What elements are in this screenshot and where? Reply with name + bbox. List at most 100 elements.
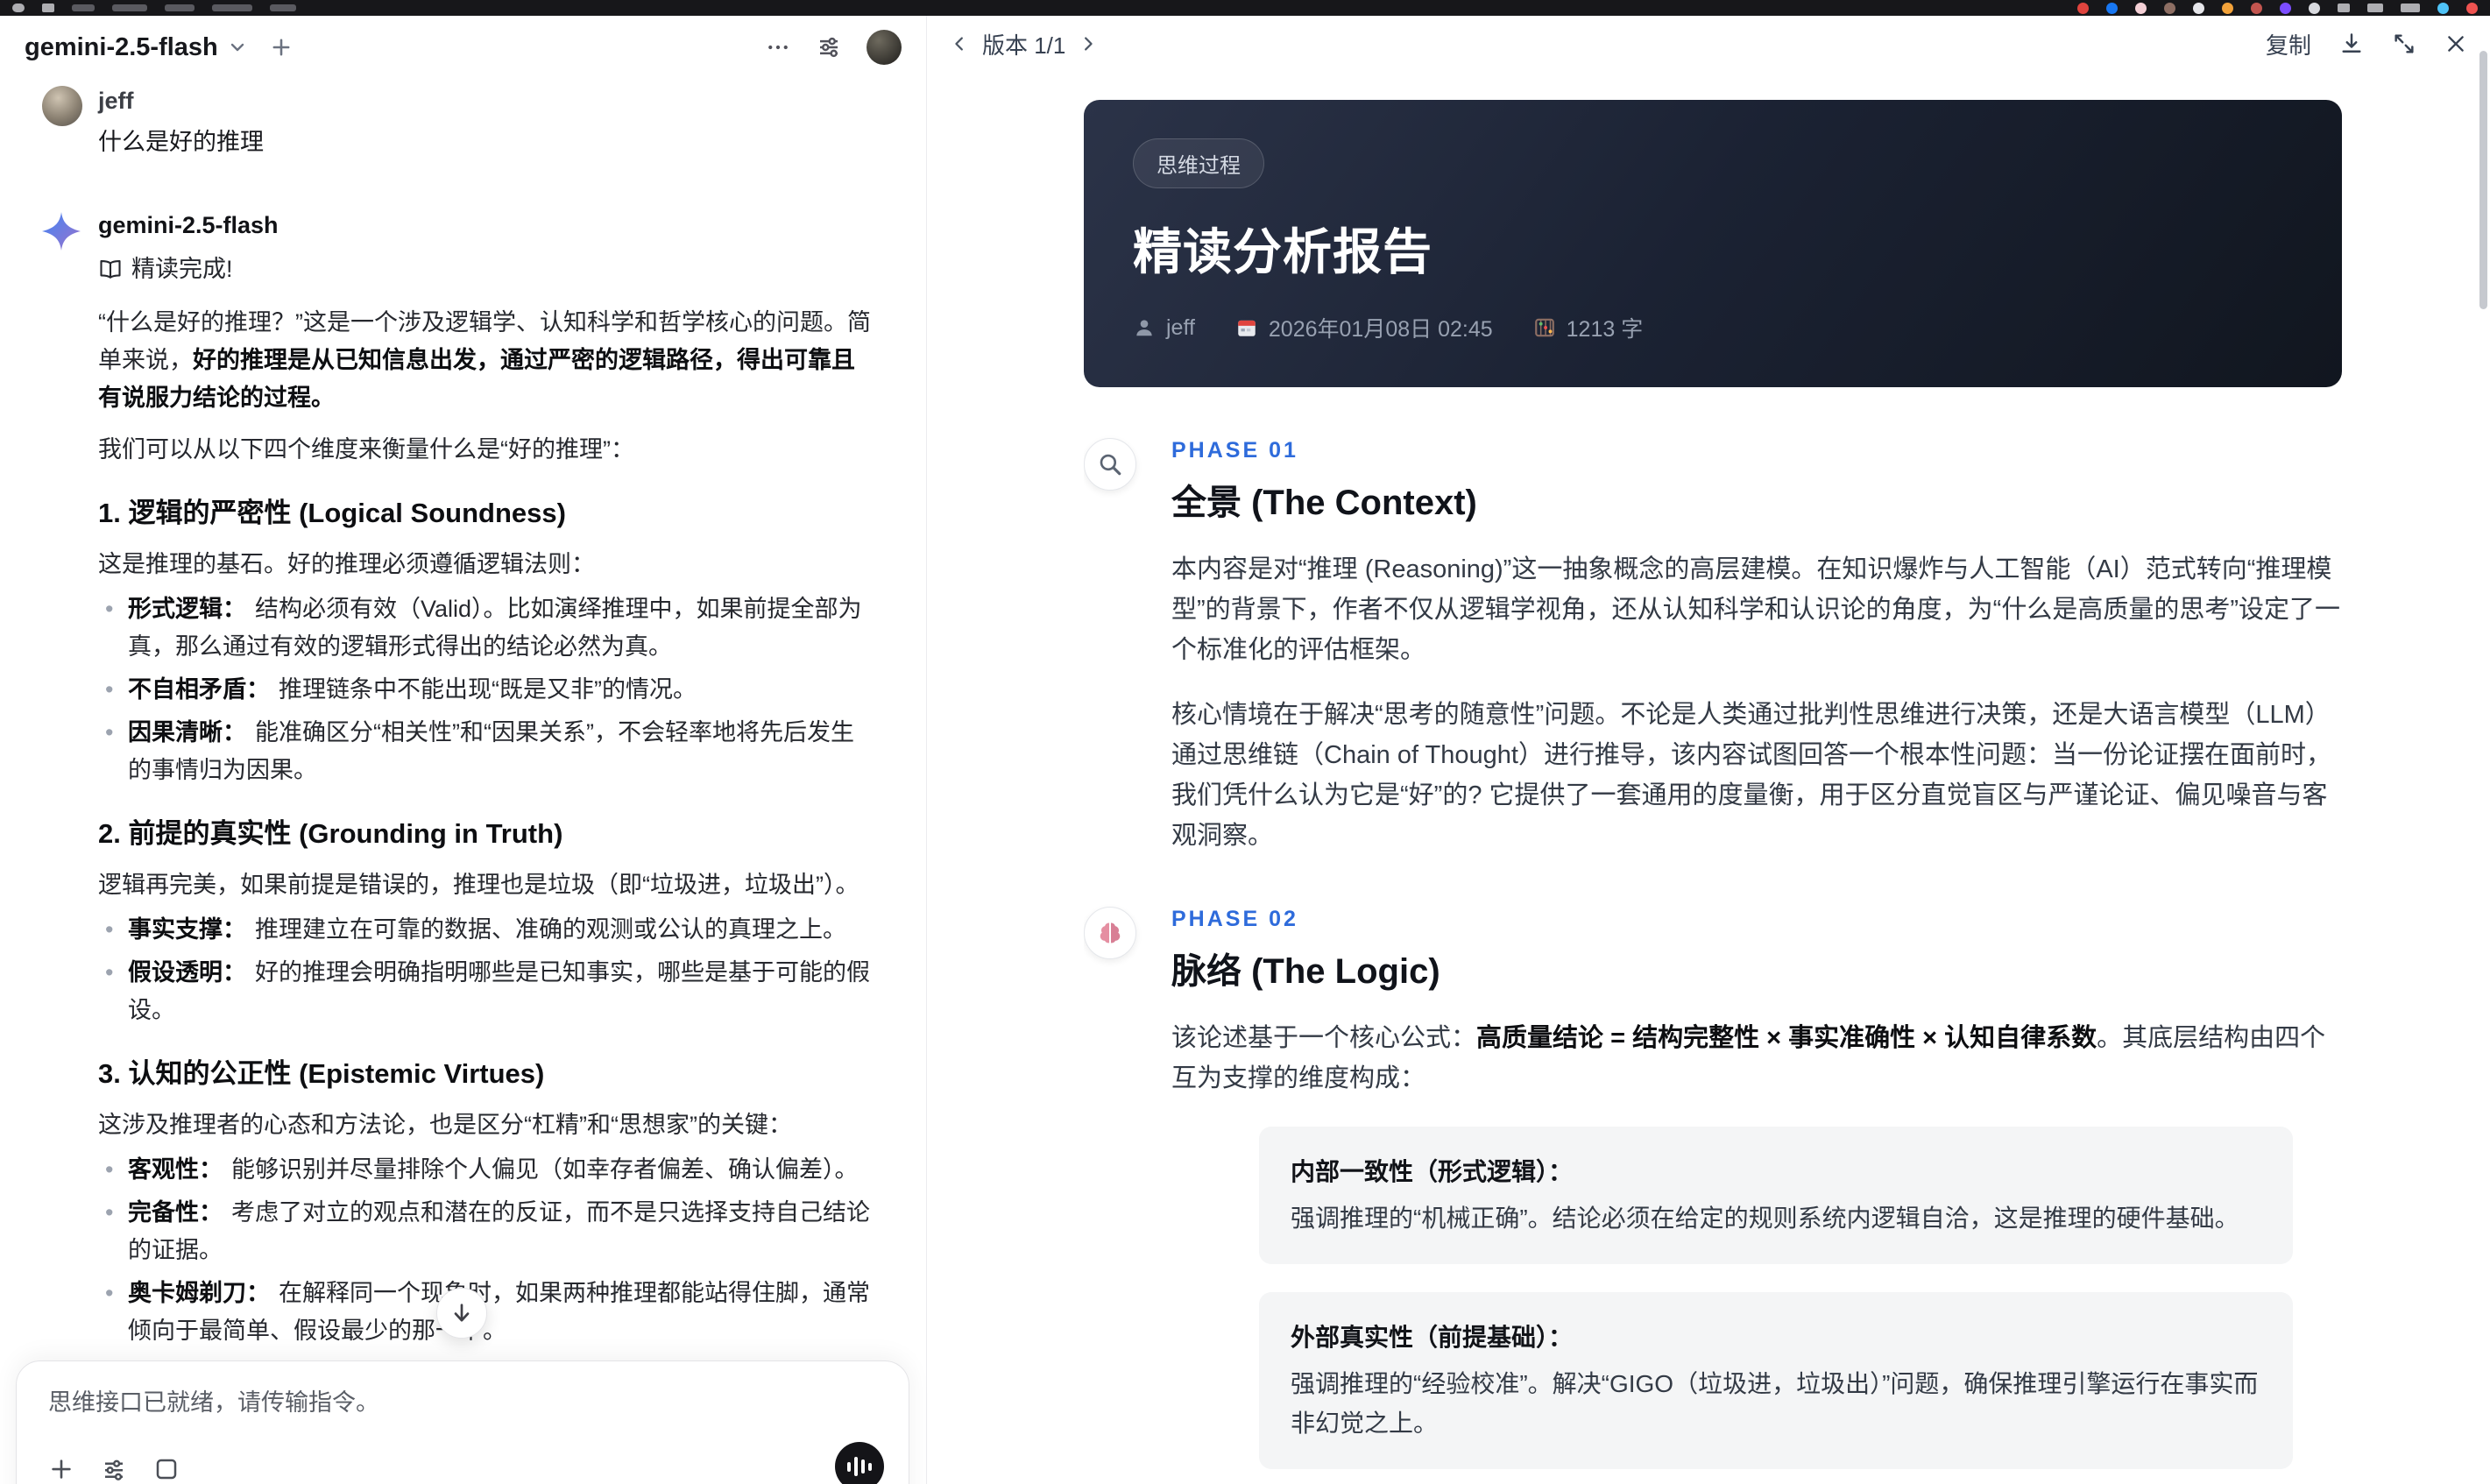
menubar-app-icon[interactable] [2106, 2, 2118, 14]
meta-date: 2026年01月08日 02:45 [1235, 312, 1493, 343]
user-avatar [42, 86, 82, 126]
menubar-app-icon[interactable] [2164, 2, 2175, 14]
bullet-term: 形式逻辑： [128, 596, 246, 622]
menubar-menu-item[interactable] [270, 4, 296, 11]
waveform-icon [854, 1457, 858, 1476]
composer-input[interactable]: 思维接口已就绪，请传输指令。 [48, 1386, 877, 1419]
assistant-paragraph: “什么是好的推理？”这是一个涉及逻辑学、认知科学和哲学核心的问题。简单来说，好的… [98, 304, 873, 417]
frame-icon [156, 1459, 177, 1480]
waveform-icon [861, 1459, 865, 1473]
download-button[interactable] [2339, 32, 2364, 56]
scroll-to-bottom-button[interactable] [436, 1288, 487, 1339]
menubar-system-icon[interactable] [2466, 2, 2478, 14]
assistant-status-text: 精读完成! [131, 256, 233, 282]
report-title: 精读分析报告 [1133, 224, 1432, 279]
chat-message-list[interactable]: jeff 什么是好的推理 gemini-2.5-flash 精读完成! “什么是… [0, 79, 926, 1484]
bullet-text: 推理建立在可靠的数据、准确的观测或公认的真理之上。 [255, 916, 846, 943]
section-heading: 2. 前提的真实性 (Grounding in Truth) [98, 818, 563, 849]
bullet-term: 事实支撑： [128, 916, 246, 943]
list-item: 假设透明：好的推理会明确指明哪些是已知事实，哪些是基于可能的假设。 [98, 954, 873, 1029]
meta-author: jeff [1133, 315, 1195, 341]
chat-more-button[interactable] [765, 34, 791, 60]
wifi-icon[interactable] [2367, 4, 2383, 12]
card-text: 强调推理的“机械正确”。结论必须在给定的规则系统内逻辑自洽，这是推理的硬件基础。 [1291, 1205, 2239, 1232]
composer: 思维接口已就绪，请传输指令。 [16, 1360, 909, 1484]
paragraph-bold-text: 高质量结论 = 结构完整性 × 事实准确性 × 认知自律系数 [1476, 1024, 2097, 1052]
menubar-menu-item[interactable] [165, 4, 195, 11]
chat-header: gemini-2.5-flash [0, 16, 926, 79]
download-icon [2342, 33, 2361, 53]
assistant-status: 精读完成! [98, 251, 873, 288]
expand-button[interactable] [2392, 32, 2416, 56]
plus-icon [272, 39, 290, 56]
bullet-list: 形式逻辑：结构必须有效（Valid）。比如演绎推理中，如果前提全部为真，那么通过… [98, 590, 873, 789]
user-message-text: 什么是好的推理 [98, 129, 264, 155]
phase-title: 全景 (The Context) [1171, 484, 1477, 522]
attach-button[interactable] [48, 1456, 74, 1482]
list-item: 事实支撑： 推理建立在可靠的数据、准确的观测或公认的真理之上。 [98, 911, 873, 949]
apple-menu-icon[interactable] [12, 4, 25, 12]
copy-button[interactable]: 复制 [2266, 28, 2311, 60]
expand-icon [2395, 34, 2414, 53]
tune-icon [105, 1459, 123, 1480]
menubar-app-icon[interactable] [2251, 2, 2262, 14]
paragraph-text: 该论述基于一个核心公式： [1171, 1024, 1477, 1052]
waveform-icon [868, 1462, 872, 1471]
magnifier-icon [1084, 438, 1136, 491]
waveform-icon [847, 1461, 851, 1472]
phase-title: 脉络 (The Logic) [1171, 952, 1440, 991]
section-heading: 3. 认知的公正性 (Epistemic Virtues) [98, 1058, 545, 1089]
menubar-left [12, 4, 296, 12]
chevron-down-icon [230, 43, 244, 52]
bullet-list: 事实支撑： 推理建立在可靠的数据、准确的观测或公认的真理之上。 假设透明：好的推理… [98, 911, 873, 1029]
model-selector[interactable]: gemini-2.5-flash [25, 33, 248, 62]
brain-icon [1084, 907, 1136, 959]
meta-author-text: jeff [1166, 314, 1195, 340]
menubar-app-icon[interactable] [2077, 2, 2089, 14]
list-item: 因果清晰：能准确区分“相关性”和“因果关系”，不会轻率地将先后发生的事情归为因果… [98, 714, 873, 789]
book-icon [100, 259, 121, 279]
version-next-button[interactable] [1078, 34, 1097, 53]
bullet-term: 不自相矛盾： [128, 676, 270, 703]
close-button[interactable] [2444, 32, 2467, 55]
phase-section-1: PHASE 01 全景 (The Context) 本内容是对“推理 (Reas… [1084, 438, 2342, 856]
bullet-term: 完备性： [128, 1199, 223, 1226]
menubar-app-icon[interactable] [2193, 2, 2204, 14]
battery-icon[interactable] [2401, 4, 2420, 12]
menubar-system-icon[interactable] [2338, 4, 2350, 12]
phase-paragraph: 本内容是对“推理 (Reasoning)”这一抽象概念的高层建模。在知识爆炸与人… [1171, 555, 2340, 664]
version-prev-button[interactable] [951, 34, 970, 53]
chat-settings-button[interactable] [816, 34, 842, 60]
menubar-menu-item[interactable] [112, 4, 147, 11]
chat-panel: gemini-2.5-flash jeff 什么是好的推理 gemini-2.5… [0, 16, 927, 1484]
logic-card: 内部一致性（形式逻辑）： 强调推理的“机械正确”。结论必须在给定的规则系统内逻辑… [1259, 1127, 2293, 1264]
window-scrollbar[interactable] [2479, 51, 2487, 309]
artifact-document[interactable]: 思维过程 精读分析报告 jeff 2026年01月08日 02:45 1213 … [1084, 72, 2342, 1484]
artifact-panel: 版本 1/1 复制 思维过程 精读分析报告 jeff 2026年01月08日 0… [928, 16, 2490, 1484]
user-message: jeff 什么是好的推理 [42, 86, 884, 159]
account-avatar[interactable] [867, 30, 902, 65]
ellipsis-icon [768, 45, 788, 50]
new-chat-button[interactable] [269, 35, 294, 60]
menubar-app-icon[interactable] [2309, 2, 2320, 14]
menubar-menu-item[interactable] [212, 4, 252, 11]
composer-settings-button[interactable] [101, 1456, 127, 1482]
meta-date-text: 2026年01月08日 02:45 [1268, 317, 1493, 342]
calendar-icon [1238, 320, 1256, 336]
bullet-term: 客观性： [128, 1156, 223, 1183]
canvas-button[interactable] [153, 1456, 180, 1482]
menubar-app-icon[interactable] [2280, 2, 2291, 14]
voice-input-button[interactable] [835, 1442, 884, 1484]
card-text: 强调推理的“经验校准”。解决“GIGO（垃圾进，垃圾出）”问题，确保推理引擎运行… [1291, 1370, 2259, 1437]
plus-icon [52, 1459, 71, 1479]
menubar-app-icon[interactable] [2222, 2, 2233, 14]
menubar-app-icon[interactable] [2135, 2, 2147, 14]
menubar-system-icon[interactable] [2437, 2, 2449, 14]
menubar-menu-item[interactable] [72, 4, 95, 11]
menubar-app-icon[interactable] [42, 4, 54, 12]
card-title: 外部真实性（前提基础）： [1291, 1324, 1574, 1351]
bullet-term: 假设透明： [128, 959, 246, 986]
report-badge: 思维过程 [1133, 138, 1264, 188]
phase-paragraph: 核心情境在于解决“思考的随意性”问题。不论是人类通过批判性思维进行决策，还是大语… [1171, 701, 2331, 850]
list-item: 不自相矛盾： 推理链条中不能出现“既是又非”的情况。 [98, 671, 873, 709]
